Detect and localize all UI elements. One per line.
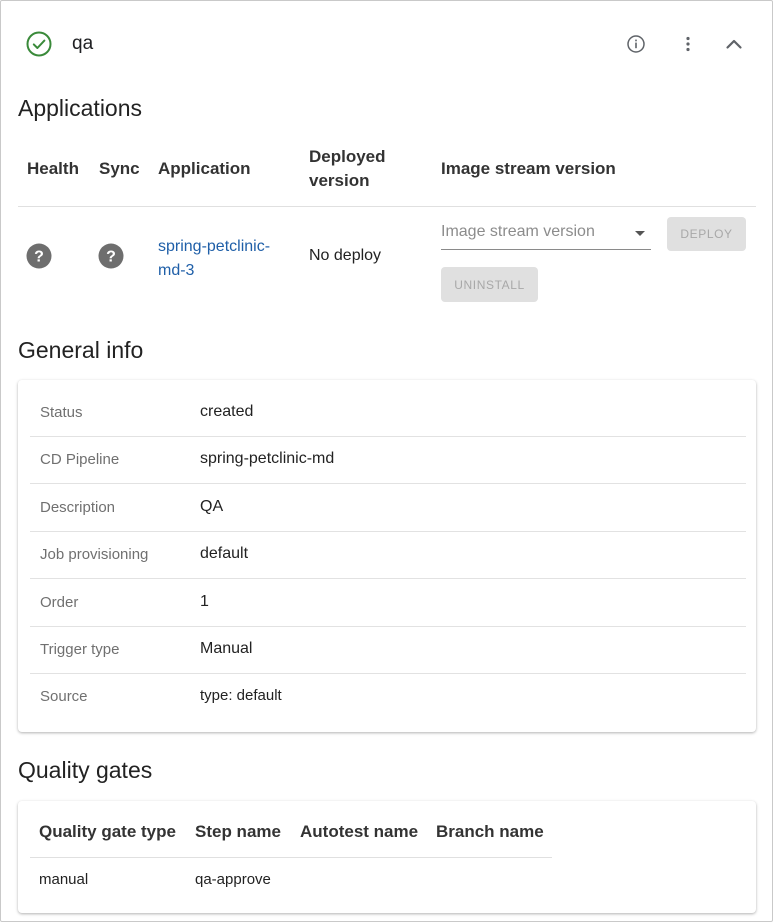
application-link-line2[interactable]: md-3 [158, 259, 288, 283]
col-application: Application [158, 159, 251, 178]
info-value: Manual [200, 640, 253, 657]
info-value: default [200, 545, 249, 562]
deploy-button[interactable]: DEPLOY [667, 217, 746, 251]
col-image-stream-version: Image stream version [441, 159, 616, 178]
divider [30, 857, 552, 858]
check-circle-icon [26, 31, 52, 57]
col-deployed-version-1: Deployed [309, 147, 386, 166]
info-row-job-provisioning: Job provisioning default [30, 532, 746, 579]
deployed-version-value: No deploy [309, 247, 382, 264]
col-branch-name: Branch name [436, 822, 544, 841]
step-name-value: qa-approve [195, 871, 271, 888]
info-label: Status [40, 404, 83, 421]
more-vert-icon [686, 36, 690, 52]
svg-text:?: ? [34, 249, 44, 266]
image-stream-version-placeholder: Image stream version [441, 223, 595, 240]
uninstall-button[interactable]: UNINSTALL [441, 267, 538, 302]
application-link-line1[interactable]: spring-petclinic- [158, 235, 288, 259]
general-info-title: General info [18, 337, 144, 363]
quality-gates-title: Quality gates [18, 757, 153, 783]
info-row-cd-pipeline: CD Pipeline spring-petclinic-md [30, 437, 746, 484]
info-row-description: Description QA [30, 485, 746, 532]
col-deployed-version-2: version [309, 171, 370, 190]
info-label: CD Pipeline [40, 451, 120, 468]
info-row-order: Order 1 [30, 580, 746, 627]
help-circle-icon: ? [98, 243, 124, 269]
applications-title: Applications [18, 95, 143, 121]
help-circle-icon: ? [26, 243, 52, 269]
info-row-status: Status created [30, 390, 746, 437]
dropdown-arrow-icon [635, 231, 645, 236]
info-label: Description [40, 499, 116, 516]
general-info-card: Status created CD Pipeline spring-petcli… [18, 380, 756, 732]
divider [18, 206, 756, 207]
info-icon [627, 35, 645, 53]
info-label: Trigger type [40, 641, 120, 658]
info-label: Order [40, 594, 79, 611]
application-link[interactable]: spring-petclinic- md-3 [158, 235, 288, 283]
info-value: spring-petclinic-md [200, 450, 335, 467]
info-value: type: default [200, 687, 282, 704]
chevron-up-icon [726, 39, 742, 49]
info-label: Job provisioning [40, 546, 149, 563]
stage-header[interactable]: qa [1, 23, 772, 65]
stage-panel: qa Applications Health Sync Application [0, 0, 773, 922]
more-actions-button[interactable] [675, 31, 701, 57]
col-sync: Sync [99, 159, 140, 178]
svg-text:?: ? [106, 249, 116, 266]
col-quality-gate-type: Quality gate type [39, 822, 176, 841]
col-autotest-name: Autotest name [300, 822, 419, 841]
info-label: Source [40, 688, 88, 705]
quality-gate-type-value: manual [39, 871, 89, 888]
info-row-source: Source type: default [30, 674, 746, 721]
image-stream-version-select[interactable]: Image stream version [441, 220, 651, 250]
col-step-name: Step name [195, 822, 281, 841]
stage-name: qa [72, 33, 94, 54]
info-value: created [200, 403, 254, 420]
collapse-button[interactable] [721, 31, 747, 57]
info-row-trigger-type: Trigger type Manual [30, 627, 746, 674]
info-value: QA [200, 498, 224, 515]
col-health: Health [27, 159, 79, 178]
info-button[interactable] [623, 31, 649, 57]
quality-gates-card: Quality gate type Step name Autotest nam… [18, 801, 756, 913]
applications-table-header: Health Sync Application Deployed version… [1, 147, 772, 207]
info-value: 1 [200, 593, 209, 610]
